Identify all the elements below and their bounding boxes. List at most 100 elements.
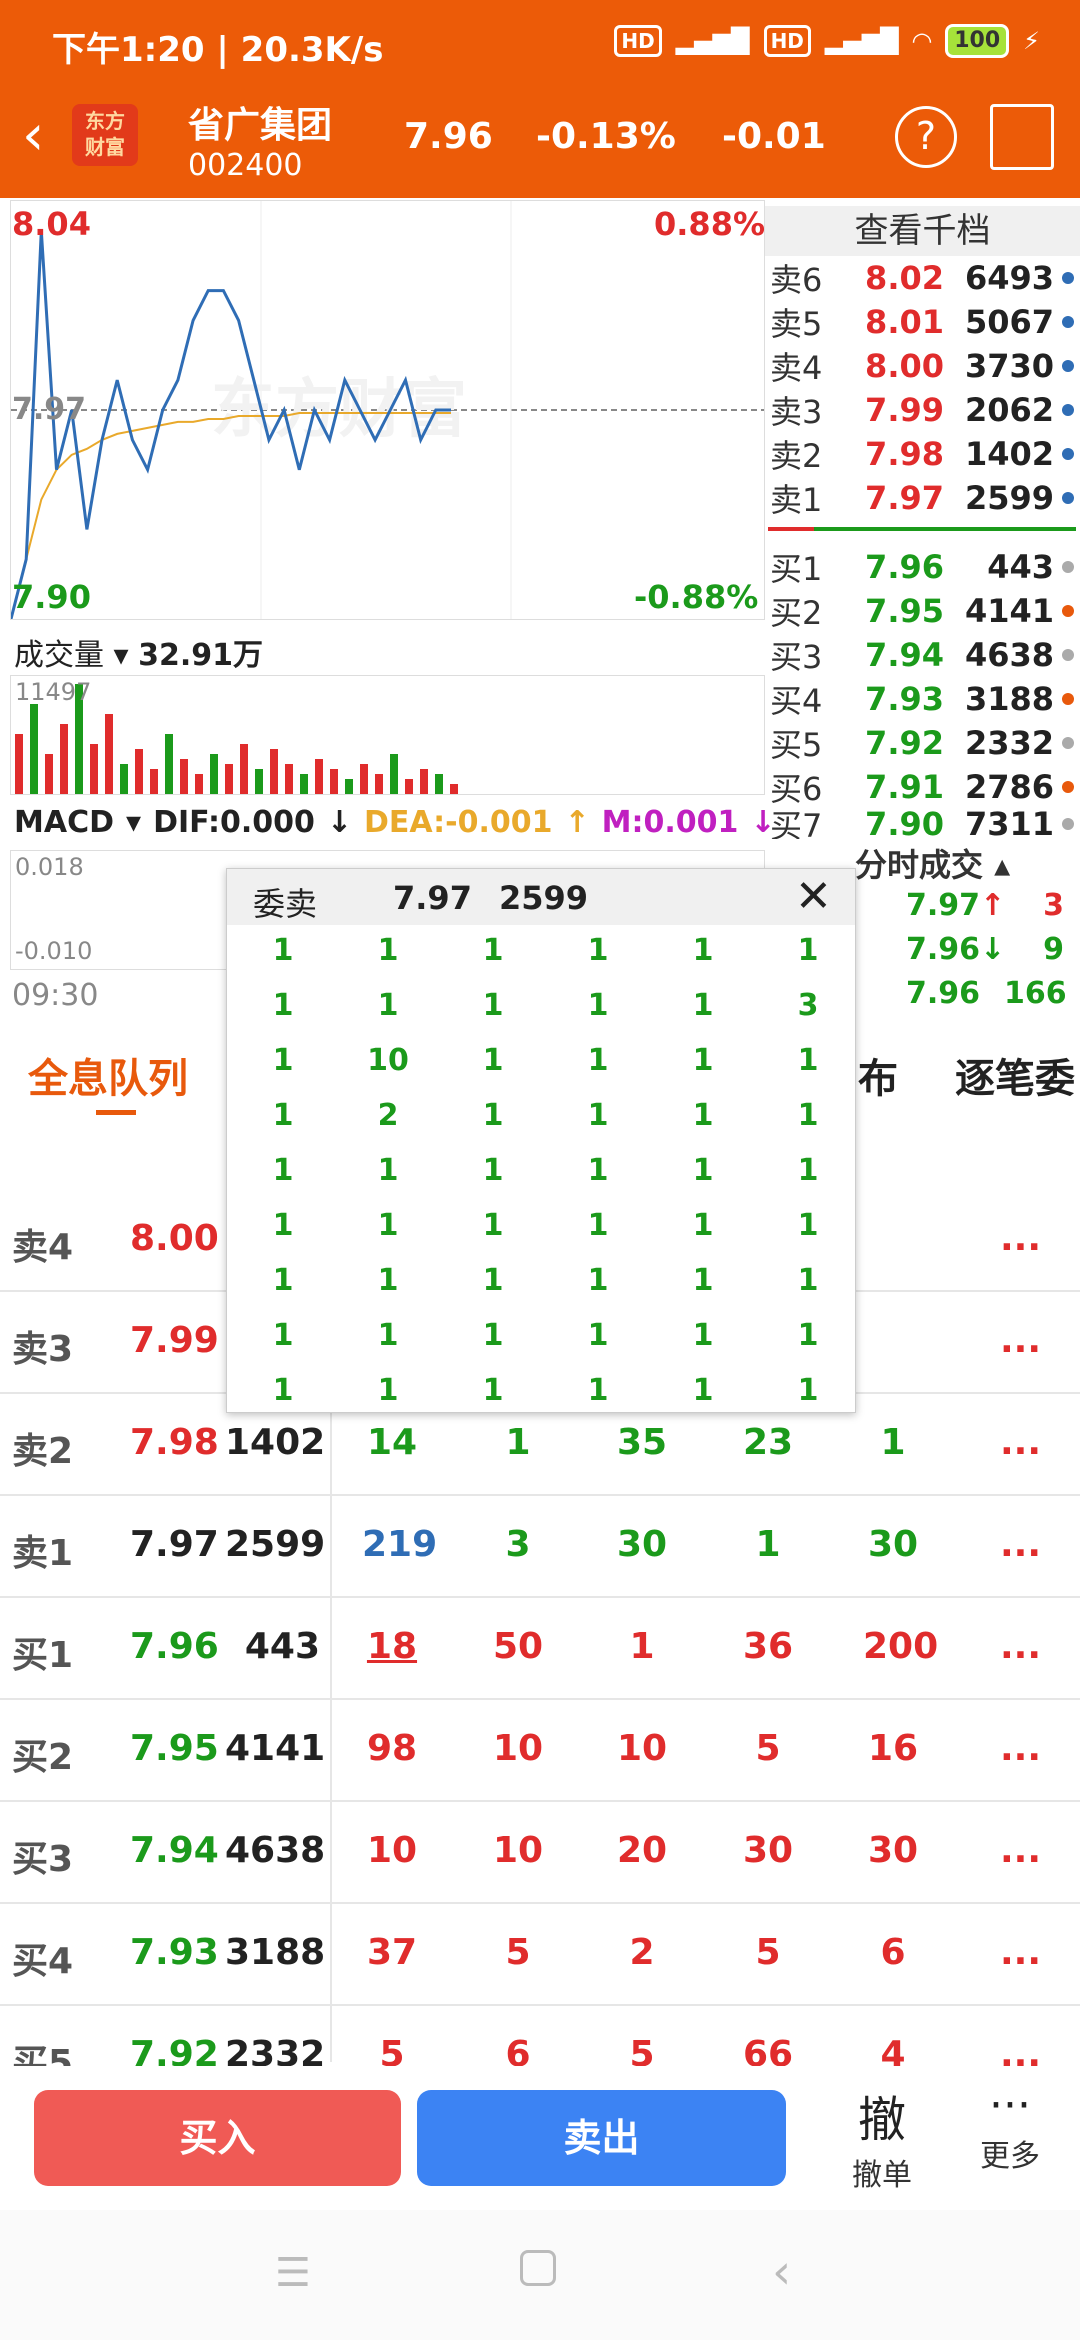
popup-cell: 1 xyxy=(482,1098,504,1133)
macd-bar[interactable]: MACD ▾ DIF:0.000 ↓ DEA:-0.001 ↑ M:0.001 ↓ xyxy=(14,805,776,840)
popup-cell: 1 xyxy=(587,1263,609,1298)
system-nav-bar: ☰ ‹ xyxy=(0,2210,1080,2340)
popup-cell: 1 xyxy=(377,1208,399,1243)
popup-cell: 1 xyxy=(587,1373,609,1408)
queue-cell: 37 xyxy=(366,1932,418,1973)
back-nav-icon[interactable]: ‹ xyxy=(772,2244,791,2300)
view-depth-button[interactable]: 查看千档 xyxy=(765,206,1080,256)
tab-distribution[interactable]: 布 xyxy=(858,1046,898,1104)
volume-bar xyxy=(60,724,68,794)
time-start: 09:30 xyxy=(12,978,99,1013)
queue-level: 买1 xyxy=(12,1635,74,1676)
popup-cell: 1 xyxy=(692,988,714,1023)
home-icon[interactable] xyxy=(520,2250,556,2286)
queue-price: 7.94 xyxy=(130,1830,219,1871)
volume-bar xyxy=(315,759,323,794)
row-more-icon: ... xyxy=(1000,1320,1042,1361)
queue-detail-popup: 委卖 7.97 2599 ✕ 1 1 1 1 1 1 1 1 1 1 1 3 1 10 1 1 1 1 1 2 1 1 1 1… xyxy=(226,868,856,1413)
macd-top-label: 0.018 xyxy=(15,853,84,881)
bid-row[interactable]: 买4 7.93 3188 xyxy=(770,677,1080,721)
popup-cell: 1 xyxy=(272,988,294,1023)
popup-cell: 1 xyxy=(797,1208,819,1243)
ask-row[interactable]: 卖3 7.99 2062 xyxy=(770,388,1080,432)
queue-cell: 1 xyxy=(505,1422,531,1463)
volume-bar xyxy=(405,779,413,794)
buy-button[interactable]: 买入 xyxy=(34,2090,401,2186)
more-label: 更多 xyxy=(980,2139,1040,2174)
rotate-screen-icon[interactable] xyxy=(990,104,1054,170)
popup-cell: 1 xyxy=(482,1043,504,1078)
row-more-icon: ... xyxy=(1000,1626,1042,1667)
queue-row[interactable]: 买2 7.95 4141 98 10 10 5 16... xyxy=(0,1700,1080,1802)
stock-code: 002400 xyxy=(188,148,303,183)
queue-cell: 10 xyxy=(492,1830,544,1871)
cancel-icon: 撤 xyxy=(857,2092,906,2148)
hd-badge-2: HD xyxy=(763,25,811,57)
tab-queue[interactable]: 全息队列 xyxy=(28,1046,188,1104)
cancel-order-button[interactable]: 撤 撤单 xyxy=(852,2080,912,2194)
more-button[interactable]: ··· 更多 xyxy=(980,2080,1040,2175)
queue-row[interactable]: 买4 7.93 3188 37 5 2 5 6... xyxy=(0,1904,1080,2006)
queue-cell: 219 xyxy=(362,1524,438,1565)
queue-row[interactable]: 买3 7.94 4638 10 10 20 30 30... xyxy=(0,1802,1080,1904)
queue-cell: 5 xyxy=(755,1728,781,1769)
queue-level: 买2 xyxy=(12,1737,74,1778)
chart-watermark: 东方财富 xyxy=(211,373,467,447)
tick-row: 7.97↑ 3 xyxy=(905,888,1064,923)
bid-row[interactable]: 买3 7.94 4638 xyxy=(770,633,1080,677)
ticks-title[interactable]: 分时成交 ▴ xyxy=(855,840,1010,886)
queue-price: 7.96 xyxy=(130,1626,219,1667)
popup-cell: 1 xyxy=(377,933,399,968)
header-pct: -0.13% xyxy=(536,116,676,157)
macd-bottom-label: -0.010 xyxy=(15,937,93,965)
queue-cell: 200 xyxy=(863,1626,939,1667)
close-icon[interactable]: ✕ xyxy=(795,871,832,922)
popup-header: 委卖 7.97 2599 ✕ xyxy=(227,869,855,925)
popup-cell: 1 xyxy=(272,933,294,968)
volume-bar xyxy=(375,774,383,794)
row-more-icon: ... xyxy=(1000,1830,1042,1871)
bid-row[interactable]: 买7 7.90 7311 xyxy=(770,809,1080,839)
volume-bar xyxy=(45,754,53,794)
back-icon[interactable]: ‹ xyxy=(22,108,44,164)
chart-mid-price: 7.97 xyxy=(12,392,87,427)
popup-cell: 1 xyxy=(482,933,504,968)
popup-cell: 1 xyxy=(482,1373,504,1408)
volume-selector[interactable]: 成交量 ▾ 32.91万 xyxy=(14,630,263,674)
tab-indicator xyxy=(96,1110,136,1115)
header-price: 7.96 xyxy=(404,116,493,157)
popup-cell: 1 xyxy=(482,1153,504,1188)
sell-button[interactable]: 卖出 xyxy=(417,2090,786,2186)
bid-row[interactable]: 买6 7.91 2786 xyxy=(770,765,1080,809)
tab-tick-orders[interactable]: 逐笔委 xyxy=(955,1046,1075,1104)
popup-cell: 1 xyxy=(272,1263,294,1298)
queue-level: 卖1 xyxy=(12,1533,74,1574)
chart-high-price: 8.04 xyxy=(12,205,91,243)
bid-row[interactable]: 买5 7.92 2332 xyxy=(770,721,1080,765)
row-more-icon: ... xyxy=(1000,1932,1042,1973)
volume-bar xyxy=(270,749,278,794)
ask-row[interactable]: 卖6 8.02 6493 xyxy=(770,256,1080,300)
status-icons: HD ▂▄▆█ HD ▂▄▆█ ◠ 100 ⚡ xyxy=(614,24,1040,58)
queue-volume: 4638 xyxy=(225,1830,326,1871)
bid-row[interactable]: 买2 7.95 4141 xyxy=(770,589,1080,633)
ask-row[interactable]: 卖2 7.98 1402 xyxy=(770,432,1080,476)
menu-icon[interactable]: ☰ xyxy=(275,2250,311,2296)
volume-bar xyxy=(360,764,368,794)
bid-row[interactable]: 买1 7.96 443 xyxy=(770,545,1080,589)
price-chart[interactable]: 东方财富 xyxy=(9,200,765,620)
help-icon[interactable]: ? xyxy=(895,106,957,168)
ask-row[interactable]: 卖4 8.00 3730 xyxy=(770,344,1080,388)
popup-cell: 3 xyxy=(797,988,819,1023)
popup-cell: 1 xyxy=(797,1373,819,1408)
queue-cell: 36 xyxy=(742,1626,794,1667)
queue-cell: 35 xyxy=(616,1422,668,1463)
popup-cell: 1 xyxy=(692,1098,714,1133)
queue-cell: 5 xyxy=(755,1932,781,1973)
queue-row[interactable]: 卖1 7.97 2599 219 3 30 1 30... xyxy=(0,1496,1080,1598)
queue-level: 买4 xyxy=(12,1941,74,1982)
ask-row[interactable]: 卖5 8.01 5067 xyxy=(770,300,1080,344)
queue-row[interactable]: 买1 7.96 443 18 50 1 36 200... xyxy=(0,1598,1080,1700)
ask-row[interactable]: 卖1 7.97 2599 xyxy=(770,476,1080,520)
volume-bar xyxy=(105,714,113,794)
